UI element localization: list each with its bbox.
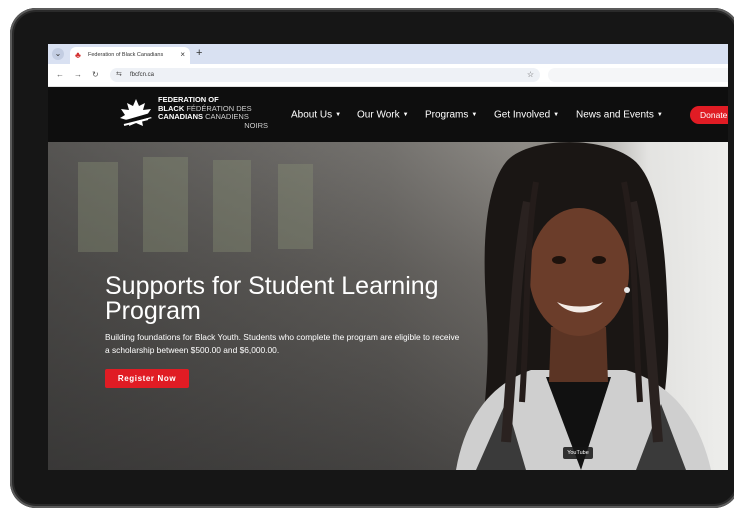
laptop-frame: ⌄ ♣ Federation of Black Canadians × + ← … — [10, 8, 734, 508]
nav-item-news-and-events[interactable]: News and Events ▼ — [576, 109, 663, 122]
nav-item-programs[interactable]: Programs ▼ — [425, 109, 477, 122]
new-tab-button[interactable]: + — [196, 47, 202, 60]
reload-icon[interactable]: ↻ — [92, 69, 99, 81]
star-icon[interactable]: ☆ — [527, 69, 534, 80]
caret-down-icon: ▼ — [656, 112, 663, 118]
nav-item-label: About Us — [291, 109, 333, 121]
tab-close-icon[interactable]: × — [180, 50, 185, 60]
fbc-logo-icon[interactable] — [118, 97, 154, 131]
logo-text-line: CANADIENS — [205, 112, 249, 121]
nav-item-about-us[interactable]: About Us ▼ — [291, 109, 341, 122]
laptop-screen: ⌄ ♣ Federation of Black Canadians × + ← … — [48, 44, 728, 470]
nav-item-label: News and Events — [576, 109, 654, 121]
caret-down-icon: ▼ — [471, 112, 478, 118]
address-bar[interactable]: ⇆ fbcfcn.ca ☆ — [110, 68, 540, 82]
browser-toolbar: ← → ↻ ⇆ fbcfcn.ca ☆ — [48, 64, 728, 87]
background-window — [143, 157, 188, 252]
chevron-down-icon[interactable]: ⌄ — [52, 48, 64, 60]
forward-arrow-icon[interactable]: → — [74, 69, 82, 81]
hero-title: Supports for Student Learning Program — [105, 272, 439, 325]
browser-tab[interactable]: ♣ Federation of Black Canadians × — [70, 47, 190, 64]
browser-tab-bar: ⌄ ♣ Federation of Black Canadians × + — [48, 44, 728, 64]
caret-down-icon: ▼ — [402, 112, 409, 118]
youtube-label[interactable]: YouTube — [563, 447, 593, 459]
logo-text-line: CANADIANS — [158, 112, 203, 121]
donate-button[interactable]: Donate — [690, 106, 728, 124]
url-text[interactable]: fbcfcn.ca — [130, 70, 154, 80]
tab-title: Federation of Black Canadians — [88, 52, 164, 58]
site-info-icon[interactable]: ⇆ — [116, 70, 122, 80]
hero-subtitle: Building foundations for Black Youth. St… — [105, 332, 460, 355]
caret-down-icon: ▼ — [553, 112, 560, 118]
background-window — [278, 164, 313, 249]
maple-leaf-icon: ♣ — [75, 50, 81, 60]
back-arrow-icon[interactable]: ← — [56, 69, 64, 81]
nav-item-label: Get Involved — [494, 109, 551, 121]
background-window — [78, 162, 118, 252]
logo-wordmark[interactable]: FEDERATION OF BLACK FÉDÉRATION DES CANAD… — [158, 95, 268, 130]
site-header: FEDERATION OF BLACK FÉDÉRATION DES CANAD… — [48, 87, 728, 142]
caret-down-icon: ▼ — [335, 112, 342, 118]
register-now-button[interactable]: Register Now — [105, 369, 189, 388]
nav-item-our-work[interactable]: Our Work ▼ — [357, 109, 409, 122]
nav-item-label: Programs — [425, 109, 469, 121]
logo-text-line: NOIRS — [244, 120, 268, 130]
hero-section: Supports for Student Learning Program Bu… — [48, 142, 728, 470]
toolbar-extension-area — [548, 68, 728, 82]
nav-item-get-involved[interactable]: Get Involved ▼ — [494, 109, 559, 122]
background-window — [213, 160, 251, 252]
nav-item-label: Our Work — [357, 109, 400, 121]
